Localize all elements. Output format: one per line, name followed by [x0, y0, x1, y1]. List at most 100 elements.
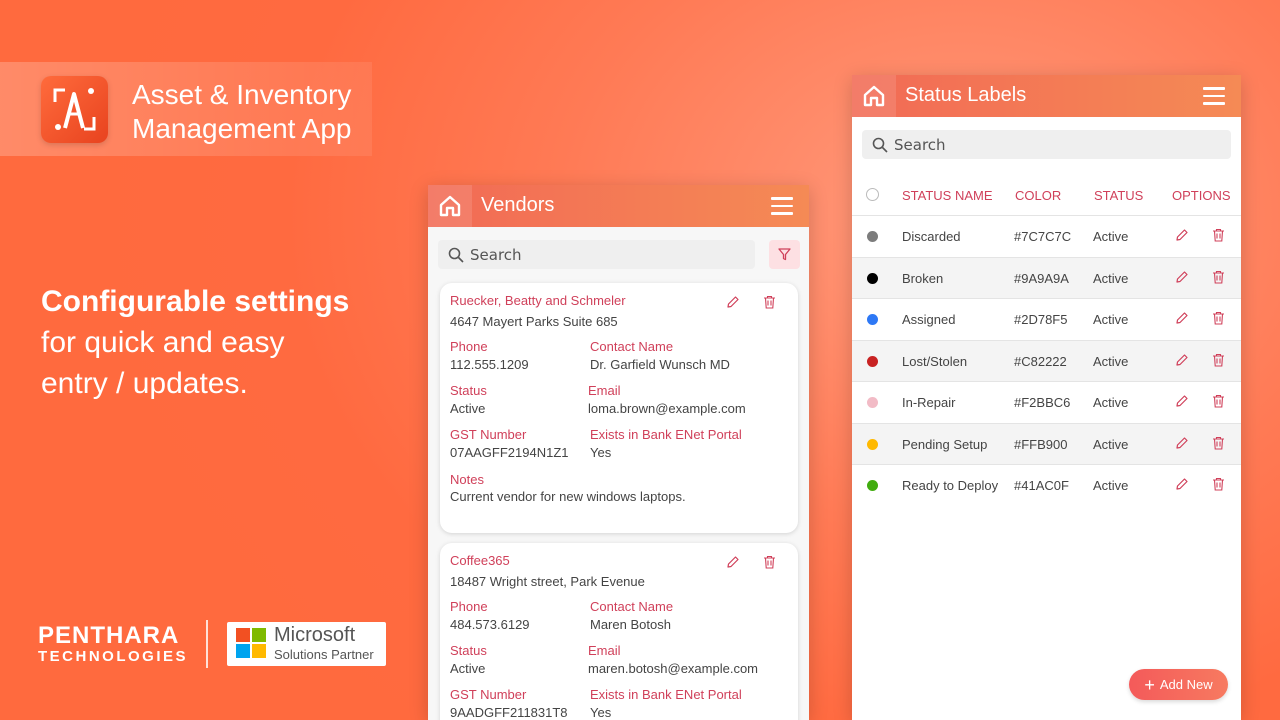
edit-icon[interactable] [726, 295, 740, 309]
vendor-search[interactable] [438, 240, 755, 269]
status-row[interactable]: In-Repair #F2BBC6 Active [852, 381, 1241, 422]
status-name: Lost/Stolen [902, 353, 968, 369]
status-search[interactable] [862, 130, 1231, 159]
edit-icon[interactable] [1175, 311, 1189, 328]
status-color: #9A9A9A [1014, 270, 1069, 286]
gst-value: 9AADGFF211831T8 [450, 705, 568, 720]
vendor-search-input[interactable] [470, 245, 670, 264]
email-value: maren.botosh@example.com [588, 661, 758, 676]
delete-icon[interactable] [1212, 436, 1225, 453]
status-value: Active [450, 661, 486, 676]
status-color: #41AC0F [1014, 478, 1069, 493]
brand-divider [206, 620, 208, 668]
status-search-input[interactable] [894, 135, 1094, 154]
vendors-header: Vendors [428, 185, 809, 227]
partner-line1: Microsoft [274, 624, 356, 646]
vendor-name: Coffee365 [450, 553, 510, 568]
delete-icon[interactable] [763, 295, 776, 309]
menu-button[interactable] [771, 197, 793, 215]
vendor-card[interactable]: Ruecker, Beatty and Schmeler 4647 Mayert… [440, 283, 798, 533]
status-state: Active [1093, 312, 1129, 327]
headline-line2: for quick and easy [41, 326, 285, 359]
home-button[interactable] [852, 75, 896, 117]
contact-value: Dr. Garfield Wunsch MD [590, 357, 730, 372]
delete-icon[interactable] [1212, 394, 1225, 411]
edit-icon[interactable] [1175, 436, 1189, 453]
notes-label: Notes [450, 472, 484, 487]
filter-icon [778, 248, 791, 261]
contact-label: Contact Name [590, 599, 674, 614]
status-row[interactable]: Lost/Stolen #C82222 Active [852, 339, 1241, 381]
edit-icon[interactable] [1175, 477, 1189, 494]
status-title: Status Labels [905, 84, 1027, 106]
col-status-name[interactable]: STATUS NAME [902, 188, 993, 203]
status-state: Active [1093, 478, 1129, 493]
notes-value: Current vendor for new windows laptops. [450, 489, 686, 504]
portal-value: Yes [590, 705, 612, 720]
status-table-header: STATUS NAME COLOR STATUS OPTIONS [852, 182, 1241, 215]
microsoft-logo-icon [236, 628, 267, 659]
home-button[interactable] [428, 185, 472, 227]
color-dot [867, 355, 878, 367]
edit-icon[interactable] [726, 555, 740, 569]
headline-line3: entry / updates. [41, 367, 248, 400]
status-name: In-Repair [902, 395, 956, 410]
delete-icon[interactable] [1212, 353, 1225, 370]
status-state: Active [1093, 395, 1129, 410]
email-value: loma.brown@example.com [588, 401, 746, 416]
penthara-logo: PENTHARA TECHNOLOGIES [38, 624, 188, 666]
phone-value: 484.573.6129 [450, 617, 530, 632]
vendor-card[interactable]: Coffee365 18487 Wright street, Park Even… [440, 543, 798, 720]
edit-icon[interactable] [1175, 394, 1189, 411]
edit-icon[interactable] [1175, 228, 1189, 245]
color-dot [867, 314, 878, 325]
select-all-radio[interactable] [866, 188, 879, 201]
portal-value: Yes [590, 445, 612, 460]
gst-value: 07AAGFF2194N1Z1 [450, 445, 569, 460]
partner-line2: Solutions Partner [274, 647, 374, 662]
phone-label: Phone [450, 599, 488, 614]
status-row[interactable]: Broken #9A9A9A Active [852, 256, 1241, 298]
status-labels-panel: Status Labels STATUS NAME COLOR STATUS O… [852, 75, 1241, 720]
app-logo-icon [41, 76, 108, 143]
delete-icon[interactable] [1212, 228, 1225, 245]
menu-button[interactable] [1203, 87, 1225, 105]
status-row[interactable]: Assigned #2D78F5 Active [852, 298, 1241, 339]
color-dot [867, 231, 878, 242]
status-name: Pending Setup [902, 436, 988, 452]
status-name: Broken [902, 270, 944, 286]
add-new-label: Add New [1159, 677, 1213, 692]
filter-button[interactable] [769, 240, 800, 269]
plus-icon: + [1144, 674, 1155, 695]
edit-icon[interactable] [1175, 270, 1189, 287]
status-color: #FFB900 [1014, 436, 1068, 452]
portal-label: Exists in Bank ENet Portal [590, 427, 742, 442]
company-line2: TECHNOLOGIES [38, 648, 189, 665]
microsoft-partner-badge: Microsoft Solutions Partner [227, 622, 386, 666]
delete-icon[interactable] [1212, 477, 1225, 494]
status-state: Active [1093, 229, 1129, 244]
status-name: Ready to Deploy [902, 478, 999, 493]
add-new-button[interactable]: + Add New [1129, 669, 1228, 700]
status-color: #C82222 [1014, 353, 1067, 369]
delete-icon[interactable] [1212, 270, 1225, 287]
phone-value: 112.555.1209 [450, 357, 529, 372]
vendors-title: Vendors [481, 194, 555, 216]
status-name: Discarded [902, 229, 961, 244]
status-label: Status [450, 643, 487, 658]
status-row[interactable]: Pending Setup #FFB900 Active [852, 422, 1241, 464]
status-row[interactable]: Discarded #7C7C7C Active [852, 215, 1241, 256]
col-color[interactable]: COLOR [1015, 188, 1061, 203]
delete-icon[interactable] [763, 555, 776, 569]
status-color: #2D78F5 [1014, 312, 1068, 327]
contact-label: Contact Name [590, 339, 674, 354]
company-line1: PENTHARA [38, 622, 180, 649]
color-dot [867, 272, 878, 284]
phone-label: Phone [450, 339, 488, 354]
delete-icon[interactable] [1212, 311, 1225, 328]
edit-icon[interactable] [1175, 353, 1189, 370]
status-row[interactable]: Ready to Deploy #41AC0F Active [852, 464, 1241, 505]
col-status[interactable]: STATUS [1094, 188, 1143, 203]
headline: Configurable settings for quick and easy… [41, 282, 401, 404]
status-name: Assigned [902, 312, 956, 327]
